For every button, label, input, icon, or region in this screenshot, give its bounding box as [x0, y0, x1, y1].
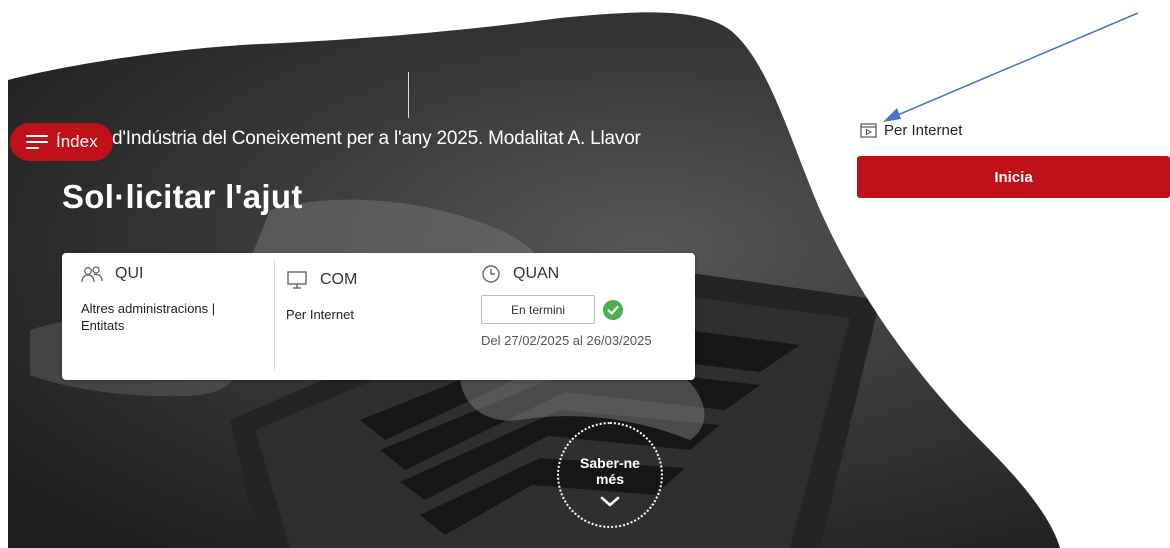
when-heading: QUAN — [513, 265, 560, 282]
channel-label: Per Internet — [860, 122, 962, 139]
learn-more-label-line1: Saber-ne — [580, 455, 640, 471]
clock-icon — [482, 265, 500, 283]
menu-icon — [26, 134, 48, 150]
channel-label-text: Per Internet — [884, 122, 963, 139]
procedure-info-card: QUI Altres administracions | Entitats CO… — [62, 253, 695, 380]
check-circle-icon — [603, 299, 623, 320]
start-button[interactable]: Inicia — [857, 156, 1170, 198]
users-icon — [81, 266, 103, 283]
date-range: Del 27/02/2025 al 26/03/2025 — [481, 333, 652, 348]
monitor-icon — [287, 271, 307, 289]
index-menu-button[interactable]: Índex — [10, 123, 113, 161]
status-badge: En termini — [481, 295, 595, 324]
who-section: QUI Altres administracions | Entitats — [62, 253, 274, 380]
how-section: COM Per Internet — [274, 259, 471, 370]
who-heading: QUI — [115, 265, 144, 282]
when-section: QUAN En termini Del 27/02/2025 al 26/03/… — [471, 253, 695, 380]
page-title: Sol·licitar l'ajut — [62, 178, 303, 215]
hero-banner: Índex d'Indústria del Coneixement per a … — [0, 0, 1170, 548]
divider — [408, 72, 409, 118]
learn-more-label-line2: més — [595, 471, 625, 487]
who-value: Altres administracions | Entitats — [81, 301, 216, 333]
internet-window-icon — [860, 123, 877, 138]
how-heading: COM — [320, 271, 358, 288]
index-label: Índex — [56, 132, 98, 151]
procedure-title: d'Indústria del Coneixement per a l'any … — [112, 128, 641, 149]
learn-more-button[interactable]: Saber-ne més — [557, 422, 663, 528]
how-value: Per Internet — [286, 307, 354, 322]
chevron-down-icon — [600, 496, 620, 507]
